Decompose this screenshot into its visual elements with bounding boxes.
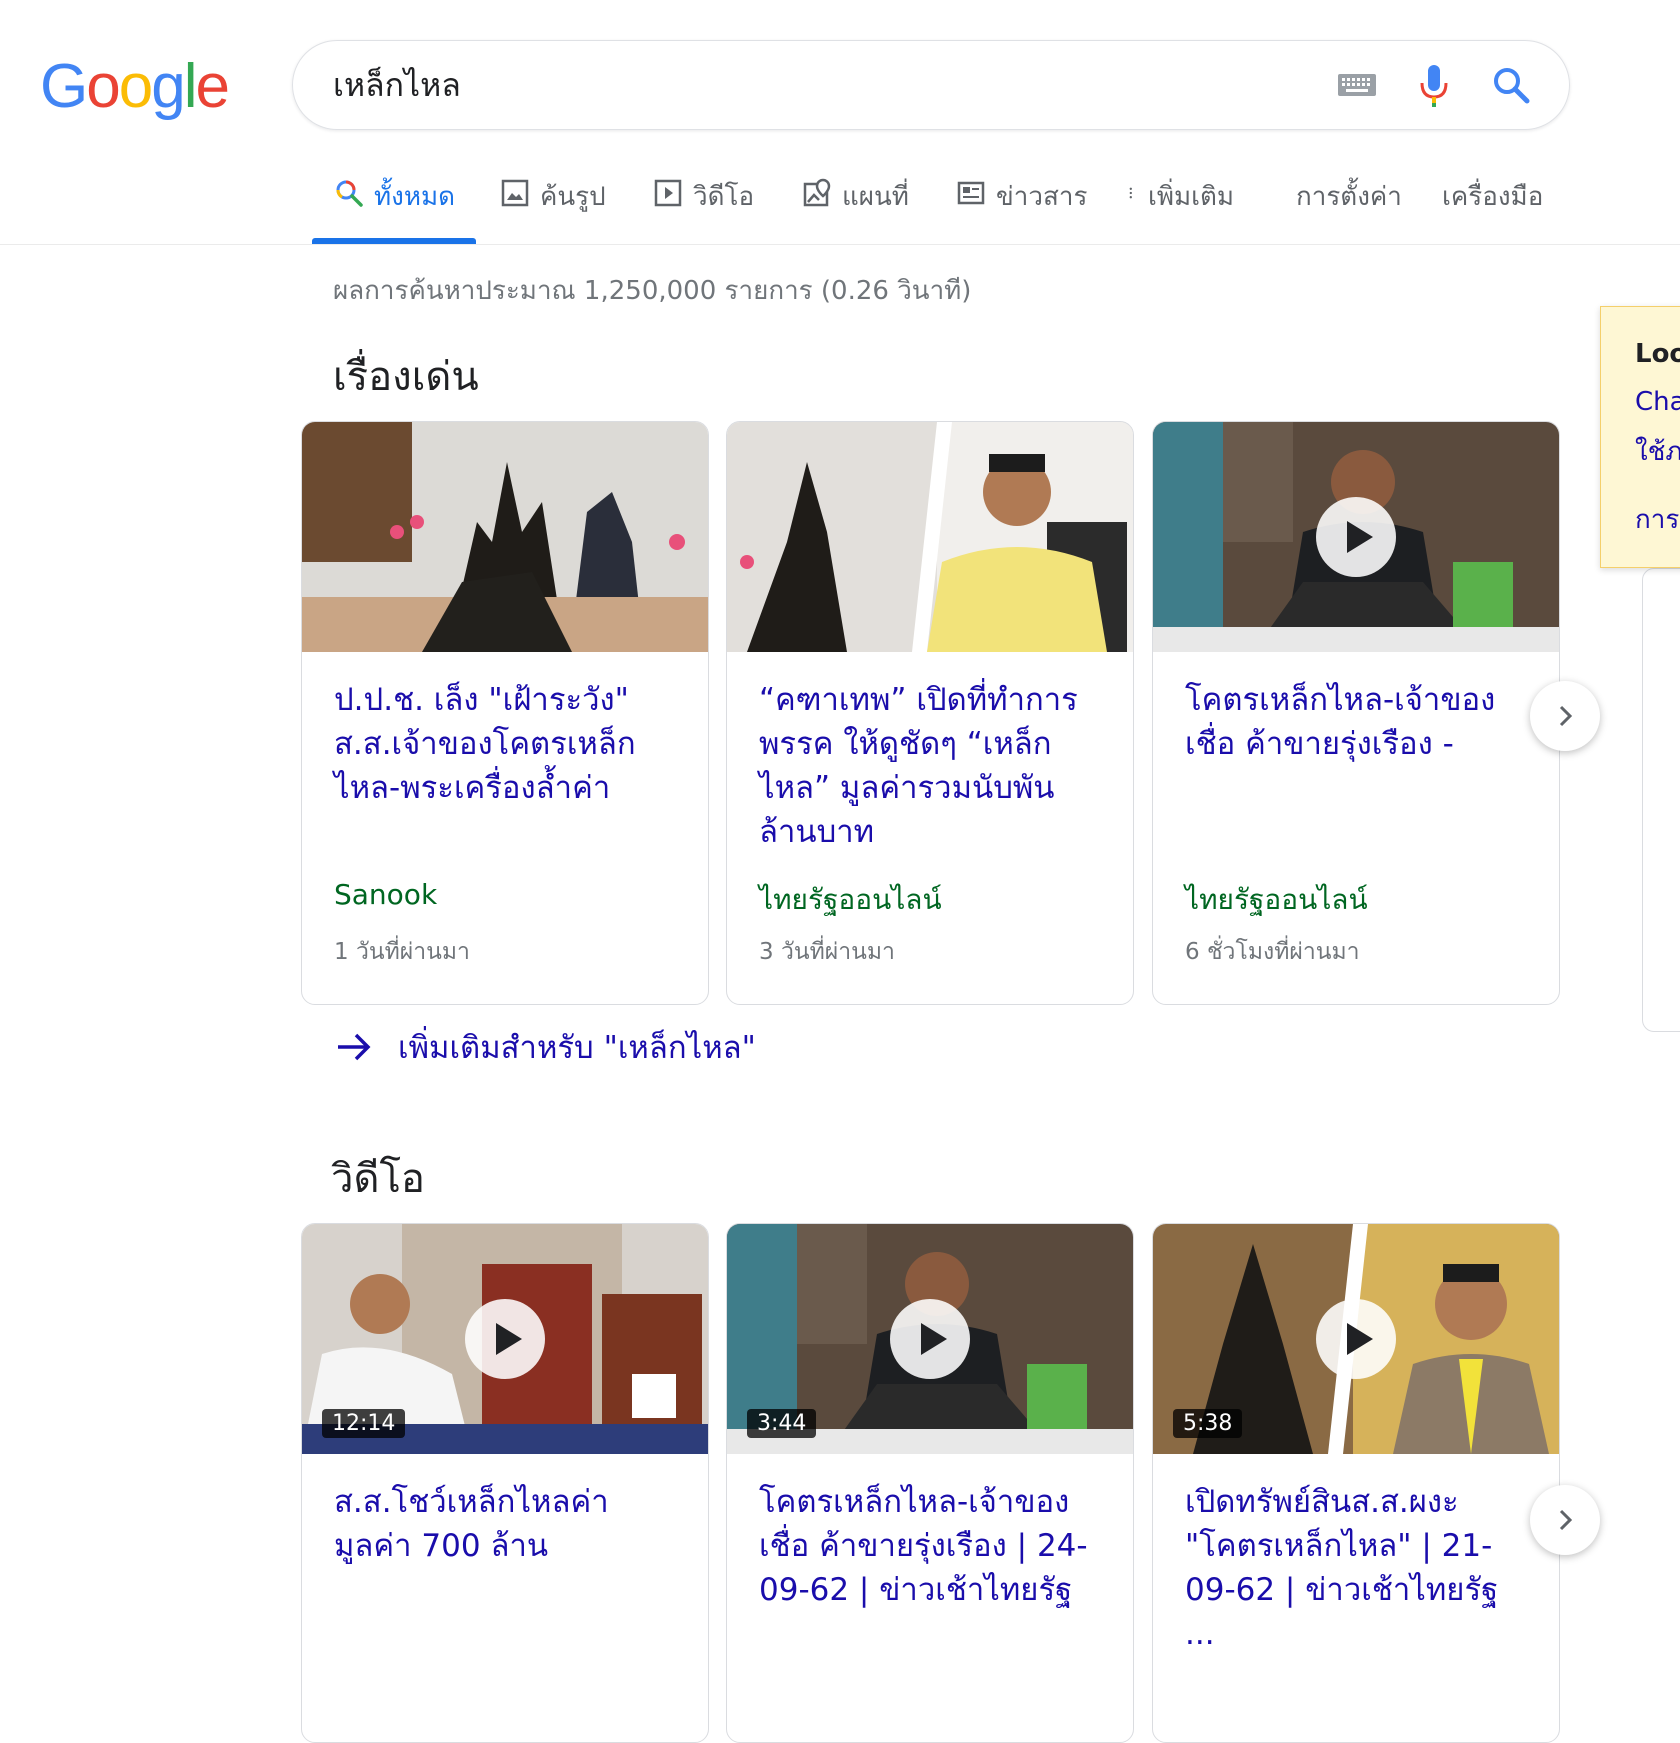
tab-label: ข่าวสาร [996, 182, 1088, 212]
video-card[interactable]: 5:38 เปิดทรัพย์สินส.ส.ผงะ "โคตรเหล็กไหล"… [1152, 1223, 1560, 1743]
carousel-next-button[interactable] [1530, 1485, 1600, 1555]
news-time: 6 ชั่วโมงที่ผ่านมา [1185, 939, 1360, 965]
top-stories-heading: เรื่องเด่น [333, 354, 479, 400]
play-icon[interactable] [465, 1299, 545, 1379]
play-icon[interactable] [1316, 497, 1396, 577]
search-icon[interactable] [1491, 65, 1531, 105]
more-vert-icon [1129, 187, 1132, 199]
tooltip-title: Loo [1635, 339, 1680, 369]
tab-label: การตั้งค่า [1296, 182, 1402, 212]
video-icon [654, 179, 682, 207]
result-stats: ผลการค้นหาประมาณ 1,250,000 รายการ (0.26 … [333, 276, 972, 306]
keyboard-icon[interactable] [1337, 73, 1377, 99]
search-icon [336, 180, 363, 207]
video-duration: 12:14 [322, 1409, 406, 1438]
chevron-right-icon [1559, 705, 1573, 727]
news-title[interactable]: โคตรเหล็กไหล-เจ้าของเชื่อ ค้าขายรุ่งเรือ… [1185, 678, 1535, 766]
image-icon [501, 179, 529, 207]
video-thumbnail: 3:44 [727, 1224, 1133, 1454]
news-icon [957, 181, 985, 205]
news-time: 3 วันที่ผ่านมา [759, 939, 895, 965]
play-icon[interactable] [1316, 1299, 1396, 1379]
news-title[interactable]: ป.ป.ช. เล็ง "เฝ้าระวัง" ส.ส.เจ้าของโคตรเ… [334, 678, 684, 810]
header-divider [0, 244, 1680, 245]
tab-settings[interactable]: การตั้งค่า [1296, 176, 1402, 236]
tab-more[interactable]: เพิ่มเติม [1128, 176, 1234, 236]
google-logo[interactable]: Google [40, 52, 230, 122]
news-time: 1 วันที่ผ่านมา [334, 939, 470, 965]
tooltip-link[interactable]: ใช้ภ [1635, 431, 1680, 472]
carousel-next-button[interactable] [1530, 681, 1600, 751]
news-card[interactable]: ป.ป.ช. เล็ง "เฝ้าระวัง" ส.ส.เจ้าของโคตรเ… [301, 421, 709, 1005]
tab-label: เครื่องมือ [1442, 182, 1544, 212]
tab-label: แผนที่ [842, 182, 909, 212]
chevron-right-icon [1559, 1509, 1573, 1531]
video-title[interactable]: ส.ส.โชว์เหล็กไหลค่ามูลค่า 700 ล้าน [334, 1480, 684, 1568]
tab-all[interactable]: ทั้งหมด [334, 176, 455, 236]
news-title[interactable]: “คฑาเทพ” เปิดที่ทำการพรรค ให้ดูชัดๆ “เหล… [759, 678, 1109, 854]
video-card[interactable]: 12:14 ส.ส.โชว์เหล็กไหลค่ามูลค่า 700 ล้าน [301, 1223, 709, 1743]
tooltip-link[interactable]: การ [1635, 499, 1679, 540]
video-card[interactable]: 3:44 โคตรเหล็กไหล-เจ้าของเชื่อ ค้าขายรุ่… [726, 1223, 1134, 1743]
news-thumbnail [1153, 422, 1559, 652]
tab-label: ค้นรูป [540, 182, 606, 212]
map-icon [803, 178, 831, 207]
tab-images[interactable]: ค้นรูป [500, 176, 606, 236]
video-thumbnail: 5:38 [1153, 1224, 1559, 1454]
video-thumbnail: 12:14 [302, 1224, 708, 1454]
tab-videos[interactable]: วิดีโอ [653, 176, 754, 236]
news-source: ไทยรัฐออนไลน์ [759, 883, 942, 916]
tab-label: ทั้งหมด [374, 182, 455, 212]
video-title[interactable]: โคตรเหล็กไหล-เจ้าของเชื่อ ค้าขายรุ่งเรือ… [759, 1480, 1109, 1612]
tab-label: เพิ่มเติม [1148, 182, 1235, 212]
more-stories-label: เพิ่มเติมสำหรับ "เหล็กไหล" [398, 1030, 756, 1066]
microphone-icon[interactable] [1417, 63, 1451, 109]
news-thumbnail [302, 422, 708, 652]
language-tooltip: Loo Cha ใช้ภ การ [1600, 306, 1680, 568]
news-thumbnail [727, 422, 1133, 652]
arrow-right-icon [338, 1033, 371, 1061]
video-duration: 5:38 [1173, 1409, 1243, 1438]
video-duration: 3:44 [747, 1409, 817, 1438]
search-box[interactable]: เหล็กไหล [292, 40, 1570, 130]
video-title[interactable]: เปิดทรัพย์สินส.ส.ผงะ "โคตรเหล็กไหล" | 21… [1185, 1480, 1535, 1656]
tab-news[interactable]: ข่าวสาร [956, 176, 1087, 236]
tab-tools[interactable]: เครื่องมือ [1442, 176, 1543, 236]
tab-label: วิดีโอ [693, 182, 755, 212]
news-source: Sanook [334, 878, 438, 911]
play-icon[interactable] [890, 1299, 970, 1379]
search-input[interactable]: เหล็กไหล [333, 65, 461, 105]
news-source: ไทยรัฐออนไลน์ [1185, 883, 1368, 916]
more-stories-link[interactable]: เพิ่มเติมสำหรับ "เหล็กไหล" [336, 1022, 756, 1072]
tab-maps[interactable]: แผนที่ [802, 176, 909, 236]
news-card[interactable]: โคตรเหล็กไหล-เจ้าของเชื่อ ค้าขายรุ่งเรือ… [1152, 421, 1560, 1005]
videos-heading: วิดีโอ [331, 1156, 425, 1202]
news-card[interactable]: “คฑาเทพ” เปิดที่ทำการพรรค ให้ดูชัดๆ “เหล… [726, 421, 1134, 1005]
knowledge-panel [1642, 568, 1680, 1032]
tooltip-link[interactable]: Cha [1635, 387, 1680, 417]
